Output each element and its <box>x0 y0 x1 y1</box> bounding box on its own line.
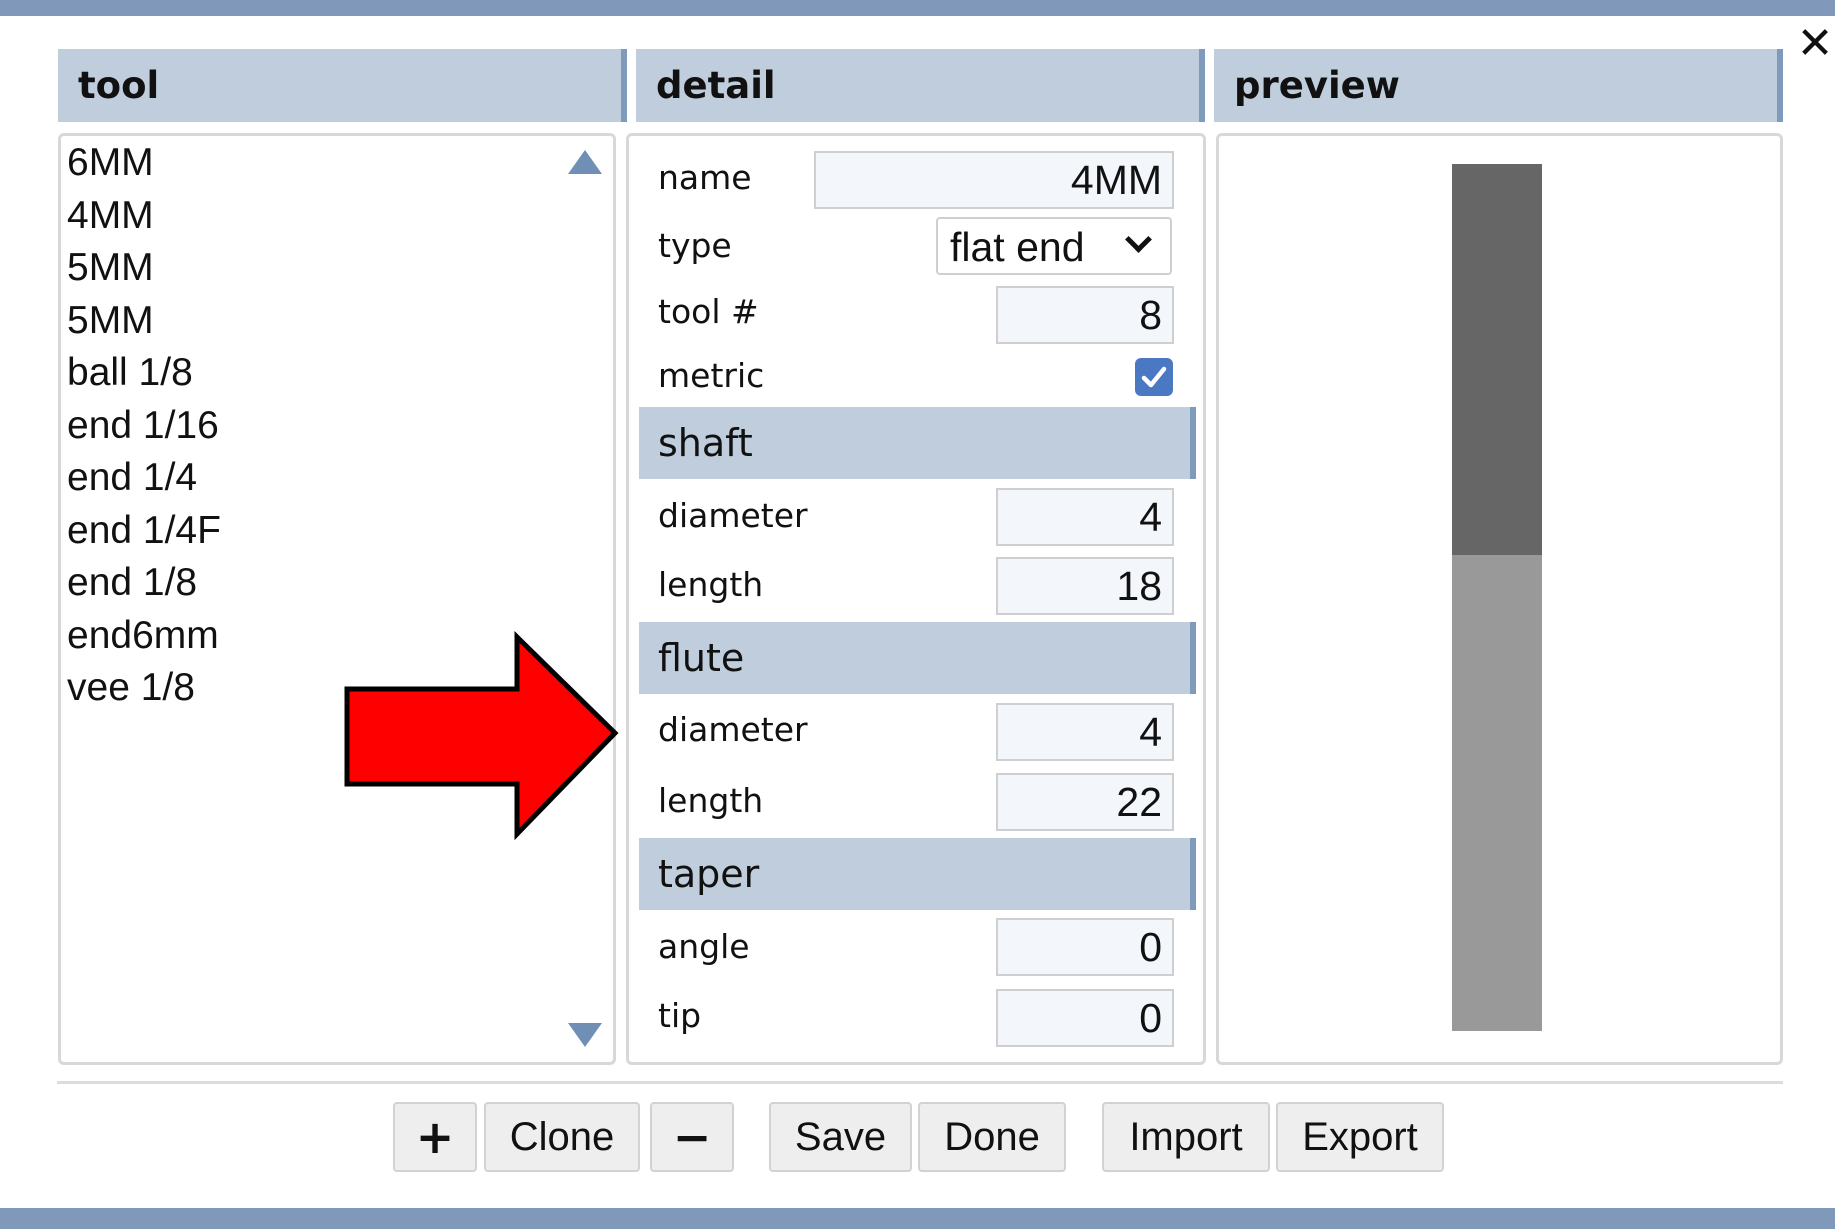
metric-checkbox[interactable] <box>1135 358 1173 396</box>
tool-list-item[interactable]: end6mm <box>67 611 221 664</box>
taper-section-header: taper <box>639 838 1196 910</box>
window-top-bar <box>0 0 1835 16</box>
preview-flute-block <box>1452 555 1542 1031</box>
window-bottom-bar <box>0 1208 1835 1229</box>
taper-angle-input[interactable] <box>996 918 1174 976</box>
tool-list-item[interactable]: vee 1/8 <box>67 663 221 716</box>
tool-list-item[interactable]: end 1/4 <box>67 453 221 506</box>
type-label: type <box>658 226 732 265</box>
shaft-length-input[interactable] <box>996 557 1174 615</box>
taper-tip-input[interactable] <box>996 989 1174 1047</box>
tool-list-item[interactable]: 5MM <box>67 243 221 296</box>
tool-list-item[interactable]: 5MM <box>67 296 221 349</box>
done-button[interactable]: Done <box>918 1102 1066 1172</box>
close-button[interactable]: ✕ <box>1796 20 1834 68</box>
tool-list-item[interactable]: end 1/16 <box>67 401 221 454</box>
preview-shaft-block <box>1452 164 1542 555</box>
preview-column-header: preview <box>1214 49 1783 122</box>
detail-column-header: detail <box>636 49 1205 122</box>
flute-length-label: length <box>658 781 764 820</box>
red-arrow-annotation <box>344 631 619 840</box>
shaft-diameter-input[interactable] <box>996 488 1174 546</box>
flute-section-header: flute <box>639 622 1196 694</box>
export-button[interactable]: Export <box>1276 1102 1444 1172</box>
taper-angle-label: angle <box>658 927 750 966</box>
tool-list-item[interactable]: ball 1/8 <box>67 348 221 401</box>
taper-tip-label: tip <box>658 996 702 1035</box>
name-label: name <box>658 158 752 197</box>
tool-number-input[interactable] <box>996 286 1174 344</box>
checkmark-icon <box>1141 366 1167 388</box>
tool-list: 6MM 4MM 5MM 5MM ball 1/8 end 1/16 end 1/… <box>67 138 221 716</box>
tool-number-label: tool # <box>658 292 759 331</box>
remove-tool-button[interactable]: − <box>650 1102 734 1172</box>
chevron-down-icon <box>1125 226 1152 253</box>
tool-list-item[interactable]: 4MM <box>67 191 221 244</box>
save-button[interactable]: Save <box>769 1102 912 1172</box>
shaft-length-label: length <box>658 565 764 604</box>
import-button[interactable]: Import <box>1102 1102 1270 1172</box>
type-select-value: flat end <box>950 224 1085 270</box>
flute-diameter-label: diameter <box>658 710 808 749</box>
shaft-section-header: shaft <box>639 407 1196 479</box>
flute-length-input[interactable] <box>996 773 1174 831</box>
metric-label: metric <box>658 356 765 395</box>
clone-button[interactable]: Clone <box>484 1102 640 1172</box>
tool-list-item[interactable]: 6MM <box>67 138 221 191</box>
flute-diameter-input[interactable] <box>996 703 1174 761</box>
tool-list-item[interactable]: end 1/8 <box>67 558 221 611</box>
name-input[interactable] <box>814 151 1174 209</box>
tool-list-panel: 6MM 4MM 5MM 5MM ball 1/8 end 1/16 end 1/… <box>58 133 616 1065</box>
scroll-up-arrow-icon[interactable] <box>568 150 602 174</box>
tool-column-header: tool <box>58 49 627 122</box>
scroll-down-arrow-icon[interactable] <box>568 1023 602 1047</box>
add-tool-button[interactable]: + <box>393 1102 477 1172</box>
type-select[interactable]: flat end <box>936 217 1172 275</box>
tool-list-item[interactable]: end 1/4F <box>67 506 221 559</box>
divider <box>57 1081 1783 1084</box>
shaft-diameter-label: diameter <box>658 496 808 535</box>
